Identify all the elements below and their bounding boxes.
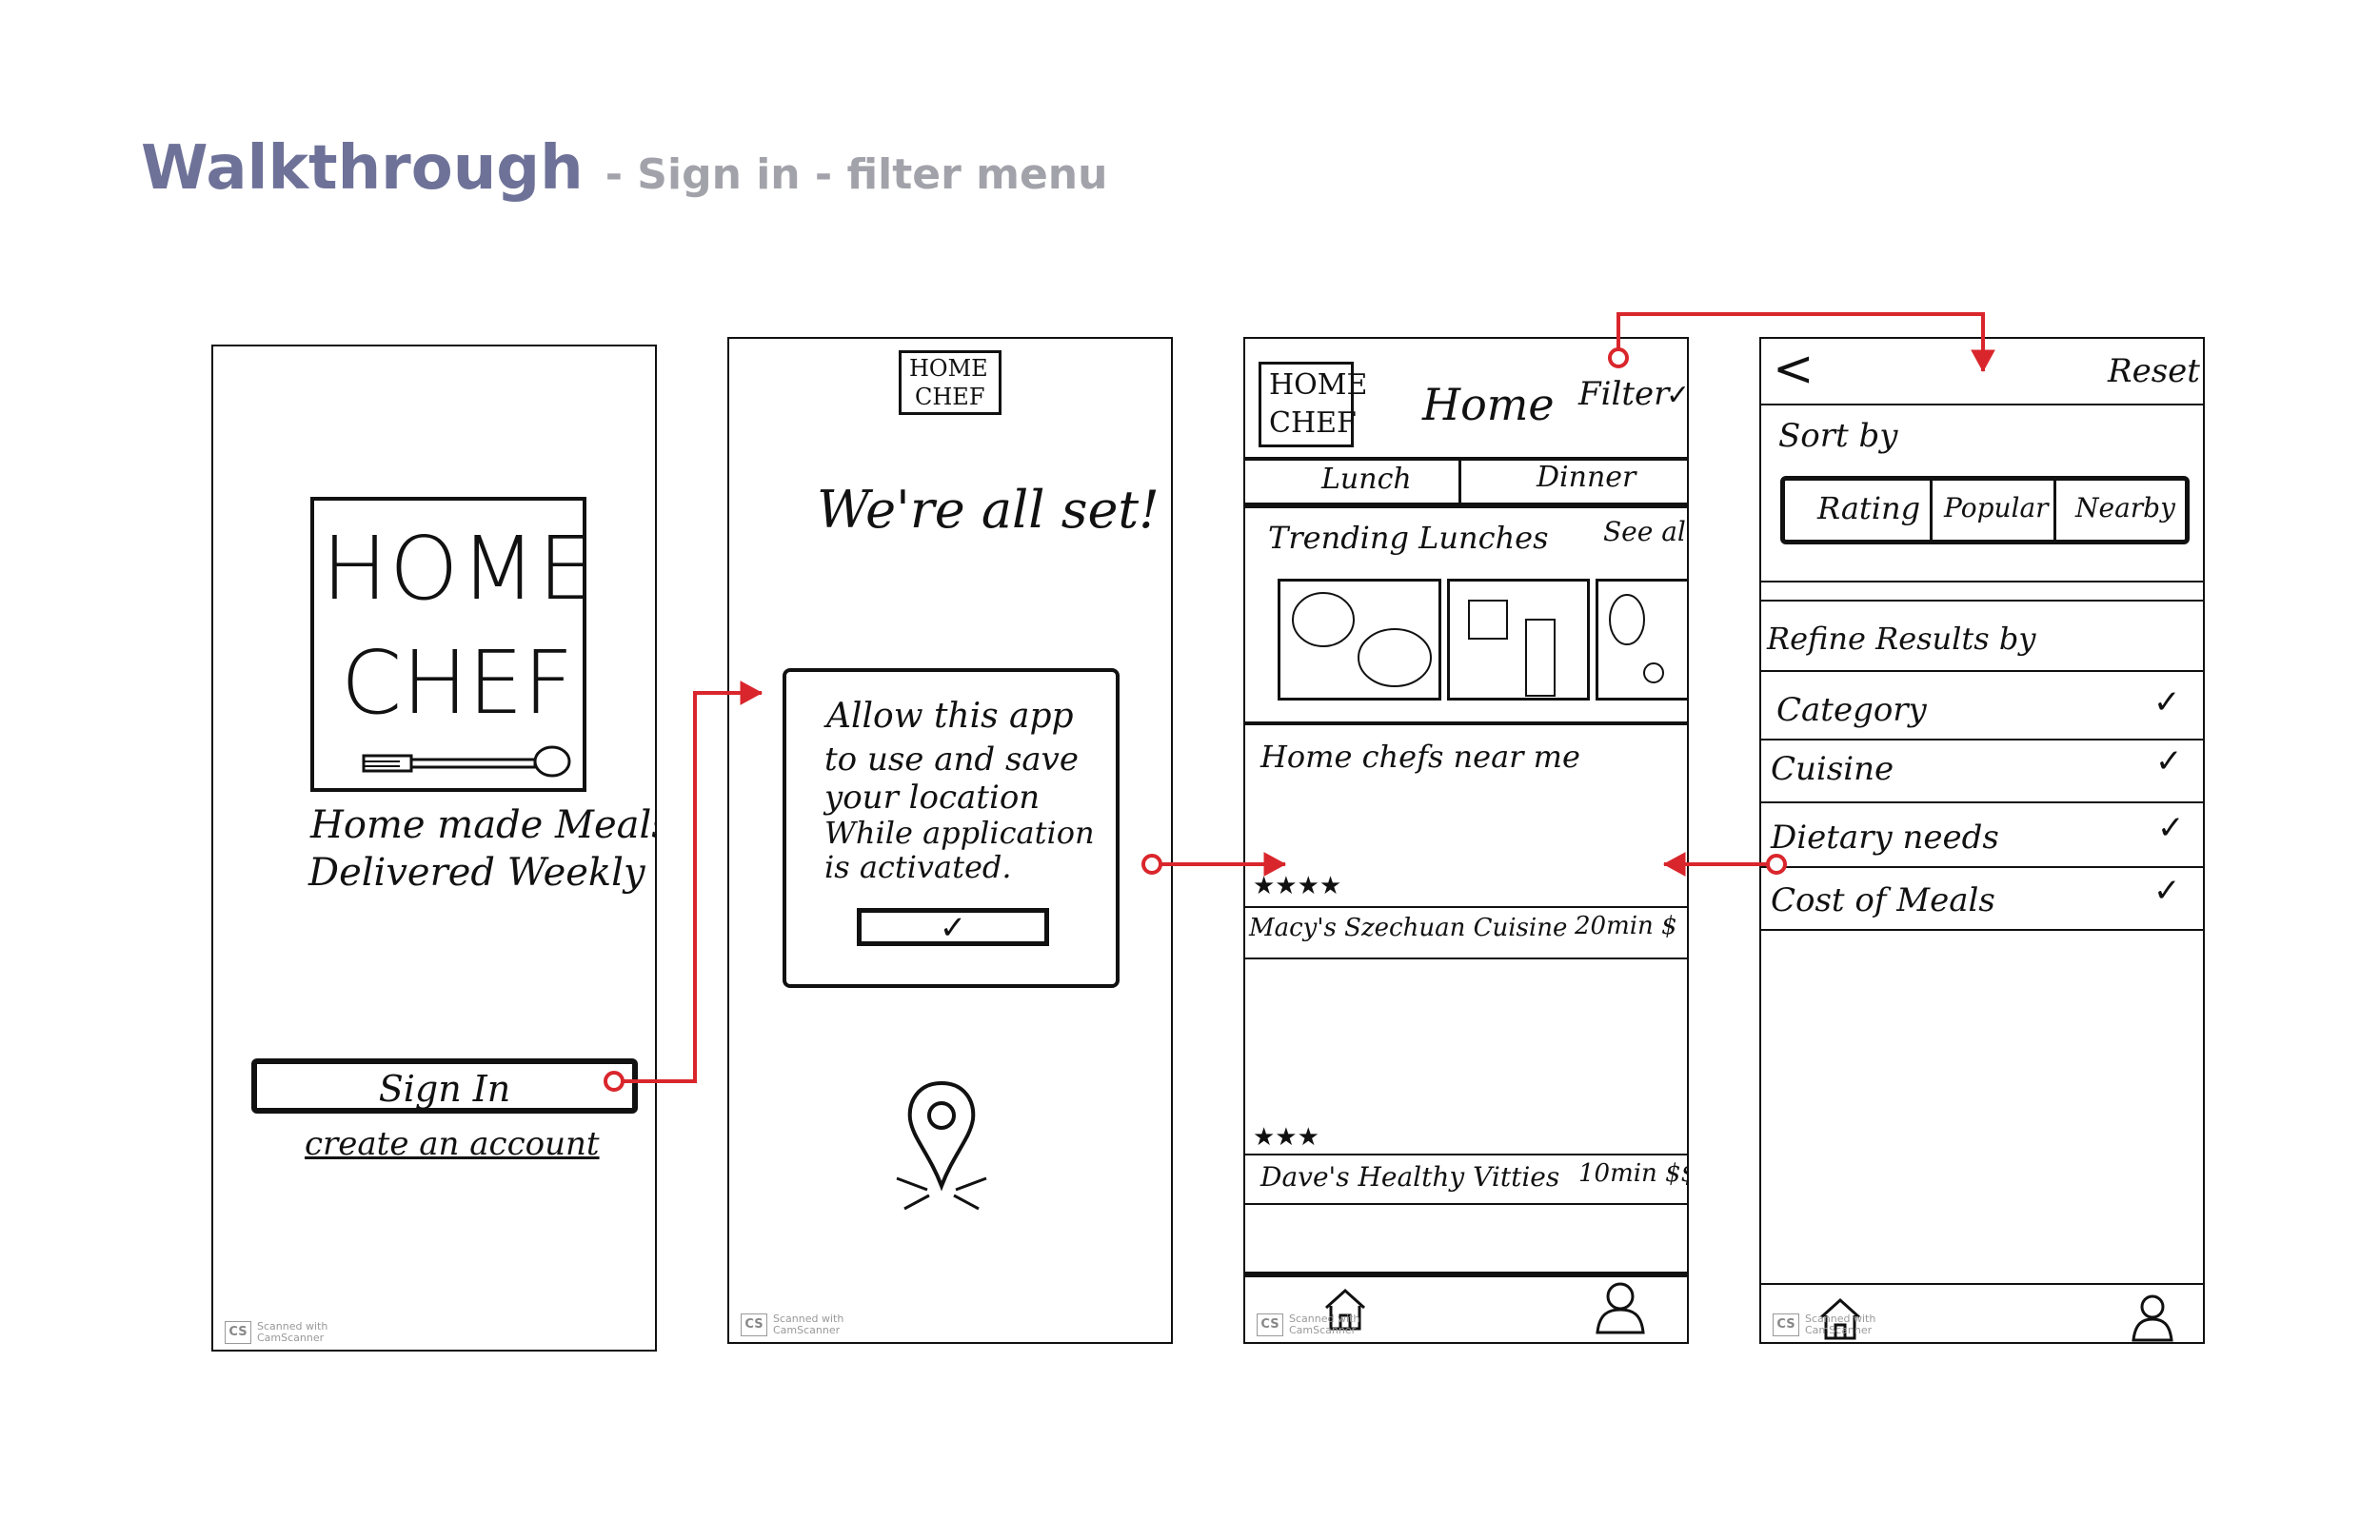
arrow-signin-to-location-head bbox=[740, 681, 764, 705]
arrow-menu-to-home-start-dot bbox=[1766, 854, 1787, 875]
arrow-filter-to-menu-head bbox=[1971, 349, 1995, 373]
arrow-filter-to-menu-line bbox=[1616, 312, 1985, 371]
flow-arrows bbox=[604, 312, 1995, 1092]
arrow-signin-to-location-line bbox=[614, 691, 762, 1083]
arrow-location-to-home-start-dot bbox=[1141, 854, 1162, 875]
arrow-signin-to-location-start-dot bbox=[604, 1071, 625, 1092]
arrow-menu-to-home-head bbox=[1662, 852, 1686, 877]
arrow-filter-to-menu-start-dot bbox=[1608, 347, 1629, 368]
arrow-location-to-home-head bbox=[1263, 852, 1287, 877]
